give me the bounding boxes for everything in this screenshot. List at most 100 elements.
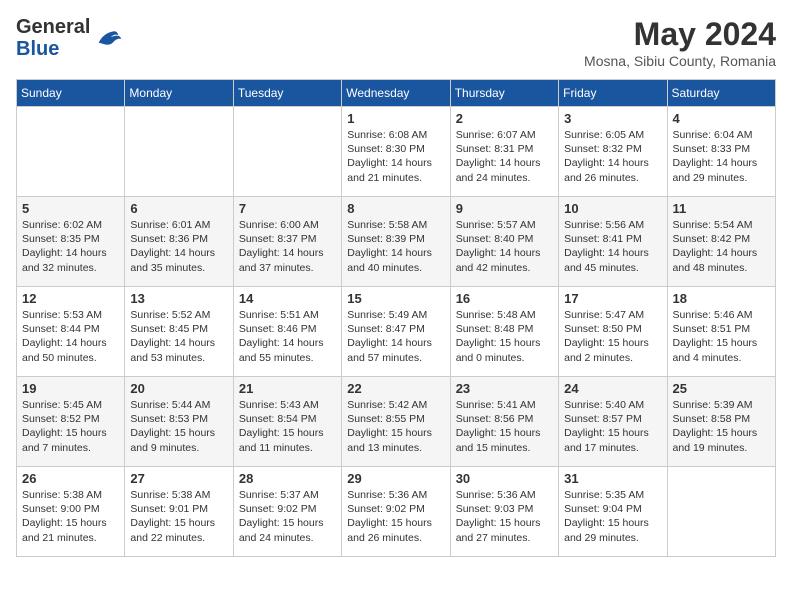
calendar-cell: 11 Sunrise: 5:54 AM Sunset: 8:42 PM Dayli… bbox=[667, 197, 775, 287]
day-number: 3 bbox=[564, 111, 661, 126]
calendar-cell: 7 Sunrise: 6:00 AM Sunset: 8:37 PM Daylig… bbox=[233, 197, 341, 287]
location-subtitle: Mosna, Sibiu County, Romania bbox=[584, 53, 776, 69]
day-number: 17 bbox=[564, 291, 661, 306]
calendar-cell: 8 Sunrise: 5:58 AM Sunset: 8:39 PM Daylig… bbox=[342, 197, 450, 287]
weekday-header-sunday: Sunday bbox=[17, 80, 125, 107]
calendar-table: SundayMondayTuesdayWednesdayThursdayFrid… bbox=[16, 79, 776, 557]
day-number: 22 bbox=[347, 381, 444, 396]
weekday-header-saturday: Saturday bbox=[667, 80, 775, 107]
weekday-header-friday: Friday bbox=[559, 80, 667, 107]
day-info: Sunrise: 5:46 AM Sunset: 8:51 PM Dayligh… bbox=[673, 308, 770, 365]
day-info: Sunrise: 5:38 AM Sunset: 9:01 PM Dayligh… bbox=[130, 488, 227, 545]
weekday-header-row: SundayMondayTuesdayWednesdayThursdayFrid… bbox=[17, 80, 776, 107]
day-info: Sunrise: 6:07 AM Sunset: 8:31 PM Dayligh… bbox=[456, 128, 553, 185]
day-info: Sunrise: 5:37 AM Sunset: 9:02 PM Dayligh… bbox=[239, 488, 336, 545]
calendar-week-row: 19Sunrise: 5:45 AM Sunset: 8:52 PM Dayli… bbox=[17, 377, 776, 467]
page-header: General Blue May 2024 Mosna, Sibiu Count… bbox=[16, 16, 776, 69]
day-info: Sunrise: 5:42 AM Sunset: 8:55 PM Dayligh… bbox=[347, 398, 444, 455]
calendar-cell: 14 Sunrise: 5:51 AM Sunset: 8:46 PM Dayli… bbox=[233, 287, 341, 377]
calendar-week-row: 5 Sunrise: 6:02 AM Sunset: 8:35 PM Daylig… bbox=[17, 197, 776, 287]
calendar-cell bbox=[667, 467, 775, 557]
calendar-cell: 27 Sunrise: 5:38 AM Sunset: 9:01 PM Dayli… bbox=[125, 467, 233, 557]
calendar-cell: 1Sunrise: 6:08 AM Sunset: 8:30 PM Daylig… bbox=[342, 107, 450, 197]
day-number: 29 bbox=[347, 471, 444, 486]
logo-text: General Blue bbox=[16, 16, 90, 60]
logo-blue: Blue bbox=[16, 38, 59, 60]
calendar-cell: 22 Sunrise: 5:42 AM Sunset: 8:55 PM Dayli… bbox=[342, 377, 450, 467]
day-info: Sunrise: 5:38 AM Sunset: 9:00 PM Dayligh… bbox=[22, 488, 119, 545]
calendar-cell: 19Sunrise: 5:45 AM Sunset: 8:52 PM Dayli… bbox=[17, 377, 125, 467]
calendar-cell: 24 Sunrise: 5:40 AM Sunset: 8:57 PM Dayli… bbox=[559, 377, 667, 467]
day-info: Sunrise: 5:35 AM Sunset: 9:04 PM Dayligh… bbox=[564, 488, 661, 545]
calendar-cell: 4 Sunrise: 6:04 AM Sunset: 8:33 PM Daylig… bbox=[667, 107, 775, 197]
day-info: Sunrise: 5:47 AM Sunset: 8:50 PM Dayligh… bbox=[564, 308, 661, 365]
day-number: 7 bbox=[239, 201, 336, 216]
calendar-cell: 31Sunrise: 5:35 AM Sunset: 9:04 PM Dayli… bbox=[559, 467, 667, 557]
day-number: 8 bbox=[347, 201, 444, 216]
day-info: Sunrise: 6:02 AM Sunset: 8:35 PM Dayligh… bbox=[22, 218, 119, 275]
day-number: 11 bbox=[673, 201, 770, 216]
month-year-title: May 2024 bbox=[584, 16, 776, 53]
day-info: Sunrise: 5:49 AM Sunset: 8:47 PM Dayligh… bbox=[347, 308, 444, 365]
calendar-cell: 2 Sunrise: 6:07 AM Sunset: 8:31 PM Daylig… bbox=[450, 107, 558, 197]
day-number: 14 bbox=[239, 291, 336, 306]
calendar-cell: 13 Sunrise: 5:52 AM Sunset: 8:45 PM Dayli… bbox=[125, 287, 233, 377]
calendar-cell: 25 Sunrise: 5:39 AM Sunset: 8:58 PM Dayli… bbox=[667, 377, 775, 467]
day-info: Sunrise: 6:00 AM Sunset: 8:37 PM Dayligh… bbox=[239, 218, 336, 275]
calendar-cell: 30 Sunrise: 5:36 AM Sunset: 9:03 PM Dayli… bbox=[450, 467, 558, 557]
day-number: 24 bbox=[564, 381, 661, 396]
day-number: 19 bbox=[22, 381, 119, 396]
day-number: 4 bbox=[673, 111, 770, 126]
day-number: 15 bbox=[347, 291, 444, 306]
calendar-cell: 18 Sunrise: 5:46 AM Sunset: 8:51 PM Dayli… bbox=[667, 287, 775, 377]
day-info: Sunrise: 5:54 AM Sunset: 8:42 PM Dayligh… bbox=[673, 218, 770, 275]
day-info: Sunrise: 5:40 AM Sunset: 8:57 PM Dayligh… bbox=[564, 398, 661, 455]
day-info: Sunrise: 5:52 AM Sunset: 8:45 PM Dayligh… bbox=[130, 308, 227, 365]
day-number: 27 bbox=[130, 471, 227, 486]
logo-general: General bbox=[16, 16, 90, 38]
day-info: Sunrise: 5:57 AM Sunset: 8:40 PM Dayligh… bbox=[456, 218, 553, 275]
calendar-cell: 12Sunrise: 5:53 AM Sunset: 8:44 PM Dayli… bbox=[17, 287, 125, 377]
day-number: 20 bbox=[130, 381, 227, 396]
day-info: Sunrise: 5:43 AM Sunset: 8:54 PM Dayligh… bbox=[239, 398, 336, 455]
calendar-cell: 23Sunrise: 5:41 AM Sunset: 8:56 PM Dayli… bbox=[450, 377, 558, 467]
calendar-cell: 15 Sunrise: 5:49 AM Sunset: 8:47 PM Dayli… bbox=[342, 287, 450, 377]
day-number: 13 bbox=[130, 291, 227, 306]
day-number: 1 bbox=[347, 111, 444, 126]
day-info: Sunrise: 6:05 AM Sunset: 8:32 PM Dayligh… bbox=[564, 128, 661, 185]
day-info: Sunrise: 5:36 AM Sunset: 9:03 PM Dayligh… bbox=[456, 488, 553, 545]
day-info: Sunrise: 6:04 AM Sunset: 8:33 PM Dayligh… bbox=[673, 128, 770, 185]
day-info: Sunrise: 5:41 AM Sunset: 8:56 PM Dayligh… bbox=[456, 398, 553, 455]
day-number: 18 bbox=[673, 291, 770, 306]
logo-bird-icon bbox=[94, 24, 122, 52]
weekday-header-tuesday: Tuesday bbox=[233, 80, 341, 107]
weekday-header-monday: Monday bbox=[125, 80, 233, 107]
day-info: Sunrise: 5:58 AM Sunset: 8:39 PM Dayligh… bbox=[347, 218, 444, 275]
day-number: 25 bbox=[673, 381, 770, 396]
day-info: Sunrise: 5:51 AM Sunset: 8:46 PM Dayligh… bbox=[239, 308, 336, 365]
day-info: Sunrise: 5:44 AM Sunset: 8:53 PM Dayligh… bbox=[130, 398, 227, 455]
calendar-cell: 16Sunrise: 5:48 AM Sunset: 8:48 PM Dayli… bbox=[450, 287, 558, 377]
day-info: Sunrise: 5:56 AM Sunset: 8:41 PM Dayligh… bbox=[564, 218, 661, 275]
calendar-cell: 29Sunrise: 5:36 AM Sunset: 9:02 PM Dayli… bbox=[342, 467, 450, 557]
day-number: 30 bbox=[456, 471, 553, 486]
day-number: 21 bbox=[239, 381, 336, 396]
calendar-cell: 3 Sunrise: 6:05 AM Sunset: 8:32 PM Daylig… bbox=[559, 107, 667, 197]
day-info: Sunrise: 5:39 AM Sunset: 8:58 PM Dayligh… bbox=[673, 398, 770, 455]
day-number: 5 bbox=[22, 201, 119, 216]
day-number: 28 bbox=[239, 471, 336, 486]
calendar-cell: 9Sunrise: 5:57 AM Sunset: 8:40 PM Daylig… bbox=[450, 197, 558, 287]
day-number: 10 bbox=[564, 201, 661, 216]
weekday-header-wednesday: Wednesday bbox=[342, 80, 450, 107]
calendar-week-row: 12Sunrise: 5:53 AM Sunset: 8:44 PM Dayli… bbox=[17, 287, 776, 377]
day-number: 16 bbox=[456, 291, 553, 306]
day-number: 12 bbox=[22, 291, 119, 306]
calendar-cell: 6 Sunrise: 6:01 AM Sunset: 8:36 PM Daylig… bbox=[125, 197, 233, 287]
calendar-week-row: 26Sunrise: 5:38 AM Sunset: 9:00 PM Dayli… bbox=[17, 467, 776, 557]
day-number: 2 bbox=[456, 111, 553, 126]
day-info: Sunrise: 6:01 AM Sunset: 8:36 PM Dayligh… bbox=[130, 218, 227, 275]
title-block: May 2024 Mosna, Sibiu County, Romania bbox=[584, 16, 776, 69]
calendar-cell bbox=[233, 107, 341, 197]
day-number: 6 bbox=[130, 201, 227, 216]
calendar-cell: 20 Sunrise: 5:44 AM Sunset: 8:53 PM Dayli… bbox=[125, 377, 233, 467]
